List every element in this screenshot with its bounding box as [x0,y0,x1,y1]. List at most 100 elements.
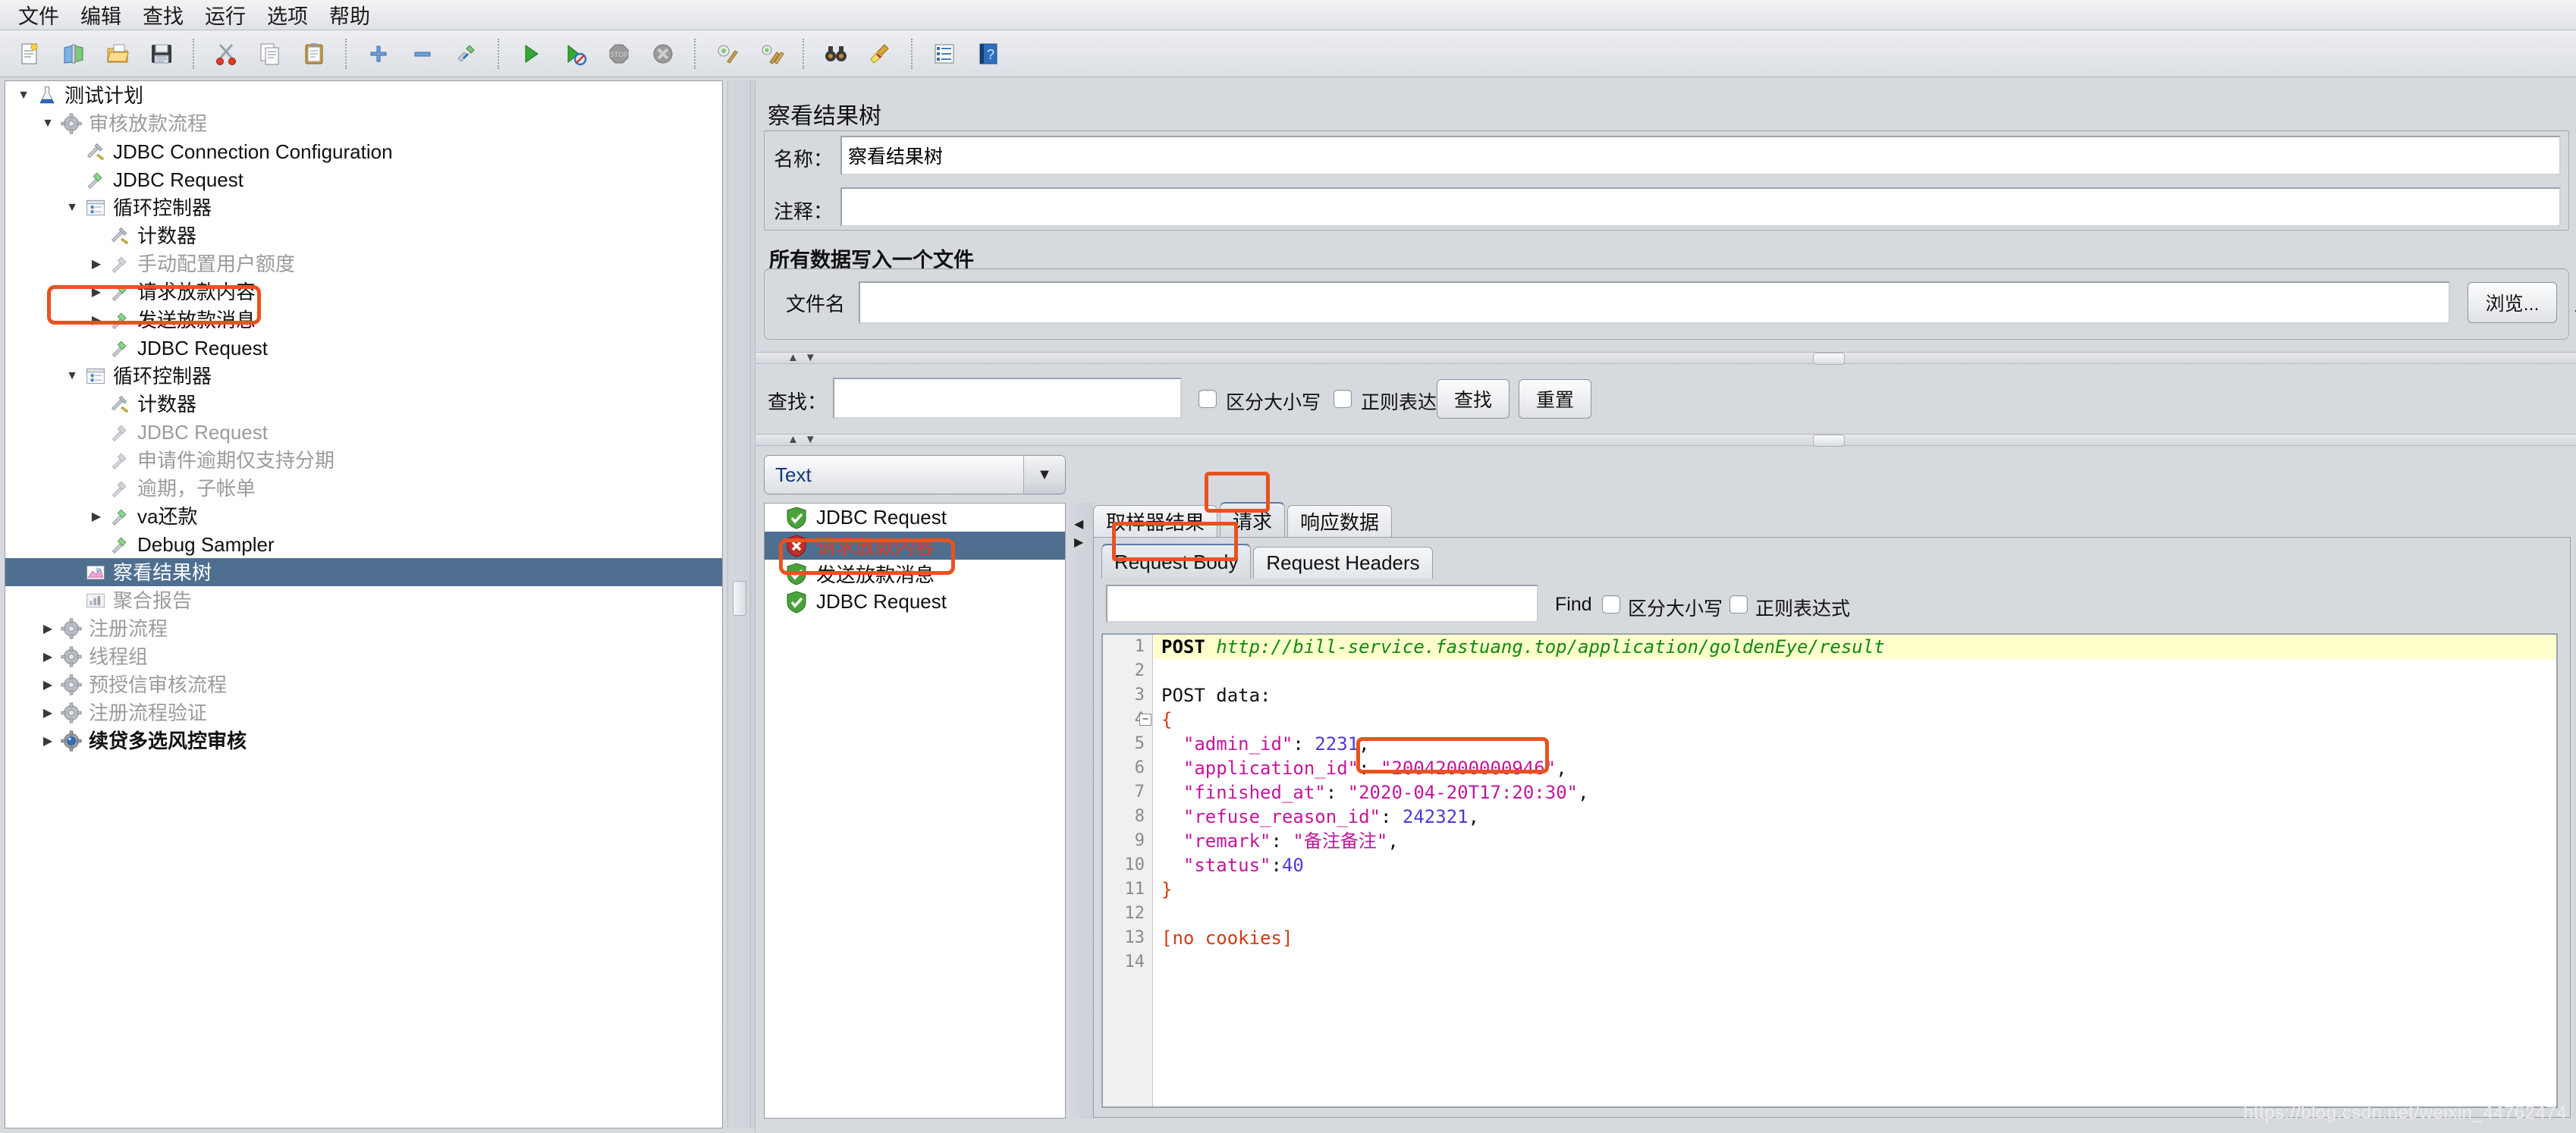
sampler-result-list[interactable]: JDBC Request 请求放款内容 发送放款消息 JDBC Request [764,503,1066,1119]
tree-node-send-loan-message[interactable]: ▶ 发送放款消息 [5,306,722,334]
test-plan-tree[interactable]: ▼ 测试计划 ▼ 审核放款流程 JDBC Connection Configuratio… [5,80,723,1128]
tree-expand-down-icon[interactable]: ▼ [13,81,34,109]
main-split-divider[interactable] [724,80,755,1128]
split-onetouch-upper[interactable] [1813,353,1845,365]
search-regex-checkbox[interactable] [1334,390,1352,408]
request-body-editor[interactable]: 1234−567891011121314 POST http://bill-se… [1101,633,2558,1108]
search-case-sensitive-checkbox[interactable] [1198,390,1217,408]
toolbar-start-no-timers-button[interactable] [554,33,595,74]
tree-node-aggregate-report[interactable]: 聚合报告 [5,586,722,614]
reset-button[interactable]: 重置 [1519,379,1591,419]
search-button[interactable]: 查找 [1437,379,1509,419]
sampler-result-send-loan-message[interactable]: 发送放款消息 [765,560,1065,588]
tree-node-request-loan-content[interactable]: ▶ 请求放款内容 [5,278,722,306]
sampler-result-request-loan-content[interactable]: 请求放款内容 [765,532,1065,560]
tab-request-headers[interactable]: Request Headers [1253,547,1433,579]
tree-node-overdue-installment-only[interactable]: 申请件逾期仅支持分期 [5,446,722,474]
code-fold-toggle-icon[interactable]: − [1139,714,1151,726]
tree-node-renewal-risk-review[interactable]: ▶ 续贷多选风控审核 [5,727,722,755]
result-tabstrip[interactable]: 取样器结果 请求 响应数据 [1093,502,2571,537]
collapse-bar-lower[interactable]: ▲▼ [756,434,2576,447]
tree-node-loop-controller-1[interactable]: ▼ 循环控制器 [5,193,722,221]
tab-response-data[interactable]: 响应数据 [1287,505,1393,537]
request-subtabstrip[interactable]: Request Body Request Headers [1101,544,2570,579]
menu-search[interactable]: 查找 [135,0,191,31]
tree-node-register-flow-verify[interactable]: ▶ 注册流程验证 [5,698,722,727]
browse-button[interactable]: 浏览... [2468,282,2557,323]
menu-run[interactable]: 运行 [197,0,253,31]
toolbar-start-play-button[interactable] [510,33,551,74]
toolbar-expand-plus-button[interactable] [358,33,399,74]
toolbar-toggle-element-button[interactable] [446,33,487,74]
tree-node-view-results-tree[interactable]: 察看结果树 [5,558,722,586]
tree-node-va-repayment[interactable]: ▶ va还款 [5,502,722,530]
results-split-divider[interactable]: ◀ ▶ [1066,503,1093,1119]
collapse-left-arrow-icon[interactable]: ◀ [1074,519,1083,531]
toolbar-help-book-button[interactable]: ? [968,33,1009,74]
menu-edit[interactable]: 编辑 [73,0,129,31]
toolbar-stop-button[interactable]: STOP [598,33,639,74]
sampler-result-jdbc-request-1[interactable]: JDBC Request [765,504,1065,532]
tree-expand-down-icon[interactable]: ▼ [37,109,58,137]
tree-node-jdbc-request-3[interactable]: JDBC Request [5,418,722,446]
toolbar-save-floppy-button[interactable] [141,33,182,74]
tree-node-loop-controller-2[interactable]: ▼ 循环控制器 [5,362,722,390]
tree-expand-down-icon[interactable]: ▼ [61,193,83,221]
toolbar-cut-scissors-button[interactable] [206,33,247,74]
tree-node-manual-quota[interactable]: ▶ 手动配置用户额度 [5,250,722,278]
tree-node-overdue-sub-bill[interactable]: 逾期，子帐单 [5,474,722,502]
tree-expand-right-icon[interactable]: ▶ [86,502,107,530]
tab-request-body[interactable]: Request Body [1101,544,1252,579]
sampler-result-jdbc-request-2[interactable]: JDBC Request [765,588,1065,616]
comment-input[interactable] [840,187,2561,227]
tree-node-jdbc-request-2[interactable]: JDBC Request [5,334,722,362]
collapse-arrows-upper[interactable]: ▲▼ [787,352,822,364]
tree-node-register-flow[interactable]: ▶ 注册流程 [5,614,722,642]
tree-node-precredit-review-flow[interactable]: ▶ 预授信审核流程 [5,670,722,698]
tree-expand-right-icon[interactable]: ▶ [86,306,107,334]
find-regex-checkbox[interactable] [1729,595,1748,614]
collapse-right-arrow-icon[interactable]: ▶ [1074,537,1083,549]
toolbar-function-helper-button[interactable] [924,33,965,74]
toolbar-templates-button[interactable] [53,33,94,74]
tree-node-approve-loan-flow[interactable]: ▼ 审核放款流程 [5,109,722,137]
tree-node-jdbc-connection-configuration[interactable]: JDBC Connection Configuration [5,137,722,165]
tree-node-test-plan[interactable]: ▼ 测试计划 [5,81,722,109]
tree-node-debug-sampler[interactable]: Debug Sampler [5,530,722,558]
toolbar-search-binoculars-button[interactable] [815,33,856,74]
toolbar-clear-all-button[interactable] [751,33,792,74]
find-input[interactable] [1106,585,1538,623]
tab-sampler-result[interactable]: 取样器结果 [1093,505,1218,537]
toolbar-clear-button[interactable] [707,33,748,74]
toolbar-shutdown-button[interactable] [642,33,683,74]
split-onetouch-lower[interactable] [1813,435,1845,447]
toolbar-paste-clipboard-button[interactable] [294,33,335,74]
render-type-combo[interactable]: Text ▼ [764,455,1066,494]
menu-file[interactable]: 文件 [11,0,67,31]
toolbar-collapse-minus-button[interactable] [402,33,443,74]
toolbar-copy-button[interactable] [250,33,291,74]
collapse-arrows-lower[interactable]: ▲▼ [787,434,822,446]
tree-expand-right-icon[interactable]: ▶ [86,250,107,278]
collapse-bar-upper[interactable]: ▲▼ [756,352,2576,365]
tree-node-counter-2[interactable]: 计数器 [5,390,722,418]
tab-request[interactable]: 请求 [1220,502,1286,537]
split-grip[interactable] [733,581,746,616]
find-case-sensitive-checkbox[interactable] [1602,595,1620,614]
code-content[interactable]: POST http://bill-service.fastuang.top/ap… [1154,635,2556,1106]
tree-expand-right-icon[interactable]: ▶ [37,614,58,642]
menu-help[interactable]: 帮助 [322,0,378,31]
name-input[interactable]: 察看结果树 [840,136,2561,175]
tree-node-jdbc-request-1[interactable]: JDBC Request [5,165,722,193]
menu-options[interactable]: 选项 [259,0,316,31]
toolbar-open-folder-button[interactable] [97,33,138,74]
tree-expand-right-icon[interactable]: ▶ [37,670,58,698]
tree-expand-down-icon[interactable]: ▼ [61,362,83,390]
tree-node-thread-group[interactable]: ▶ 线程组 [5,642,722,670]
search-input[interactable] [833,378,1182,419]
tree-node-counter-1[interactable]: 计数器 [5,221,722,250]
toolbar-new-document-button[interactable] [9,33,50,74]
tree-expand-right-icon[interactable]: ▶ [37,642,58,670]
chevron-down-icon[interactable]: ▼ [1023,456,1065,494]
filename-input[interactable] [859,281,2450,324]
